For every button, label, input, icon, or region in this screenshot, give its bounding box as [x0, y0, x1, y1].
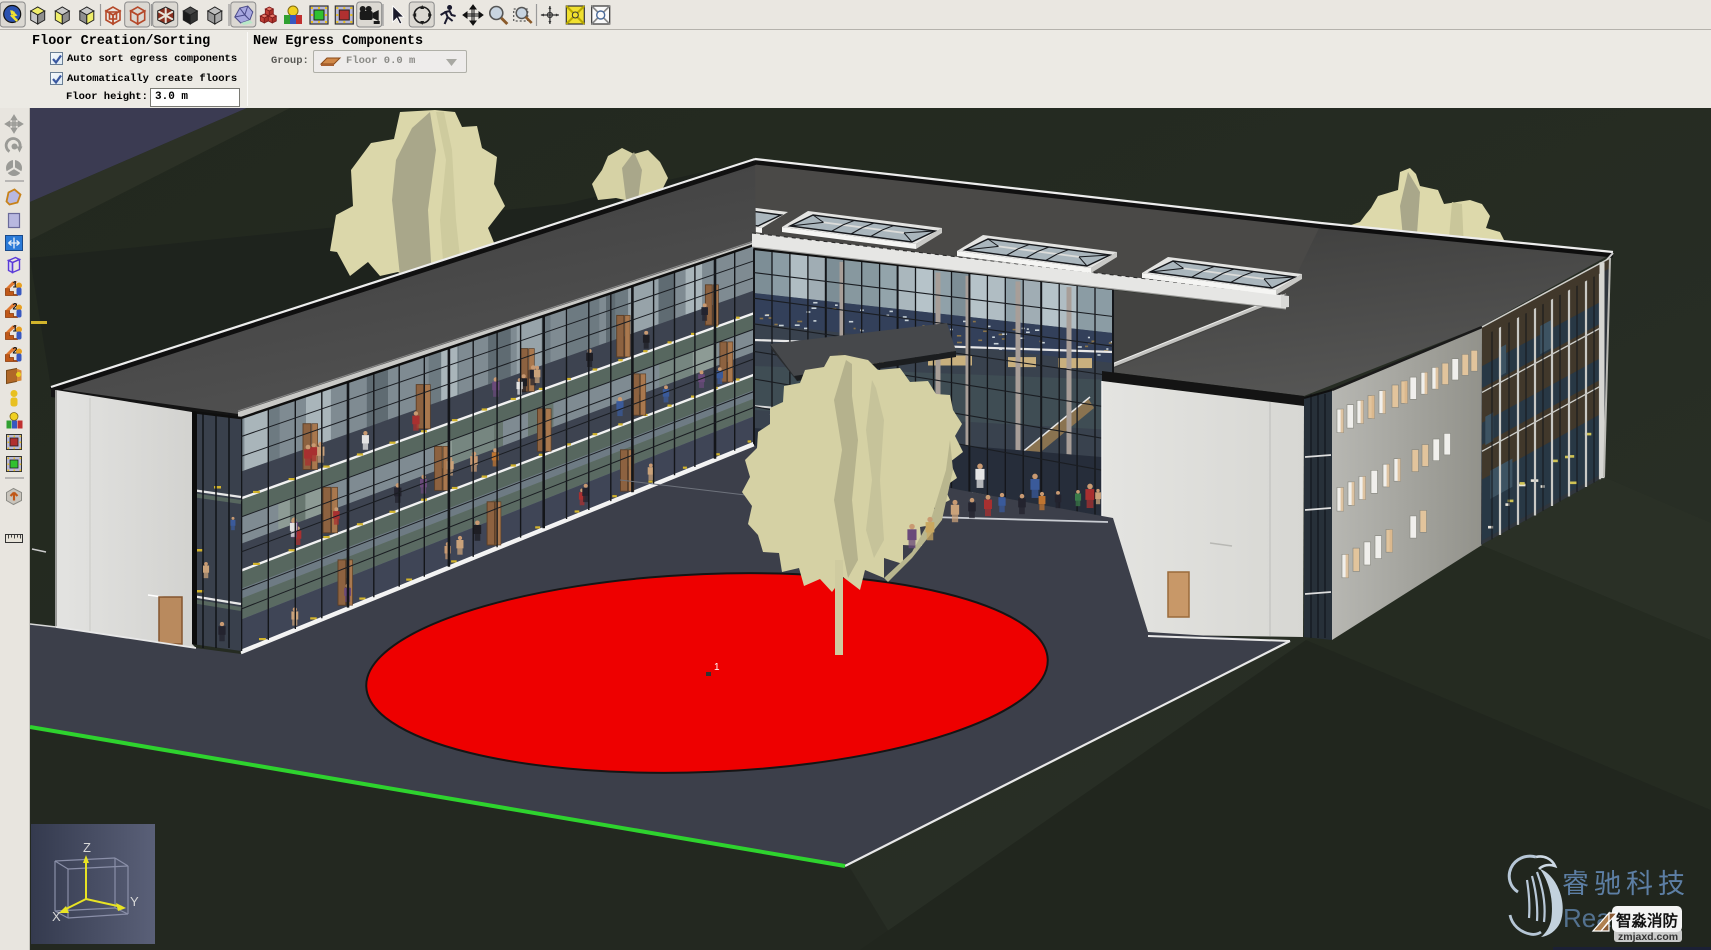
- svg-text:Y: Y: [130, 894, 139, 909]
- svg-text:1: 1: [714, 662, 720, 673]
- svg-text:睿驰科技: 睿驰科技: [1562, 869, 1690, 899]
- svg-text:智淼消防: 智淼消防: [1616, 911, 1679, 930]
- svg-text:X: X: [52, 909, 61, 924]
- svg-text:zmjaxd.com: zmjaxd.com: [1618, 931, 1678, 943]
- svg-text:Z: Z: [83, 840, 91, 855]
